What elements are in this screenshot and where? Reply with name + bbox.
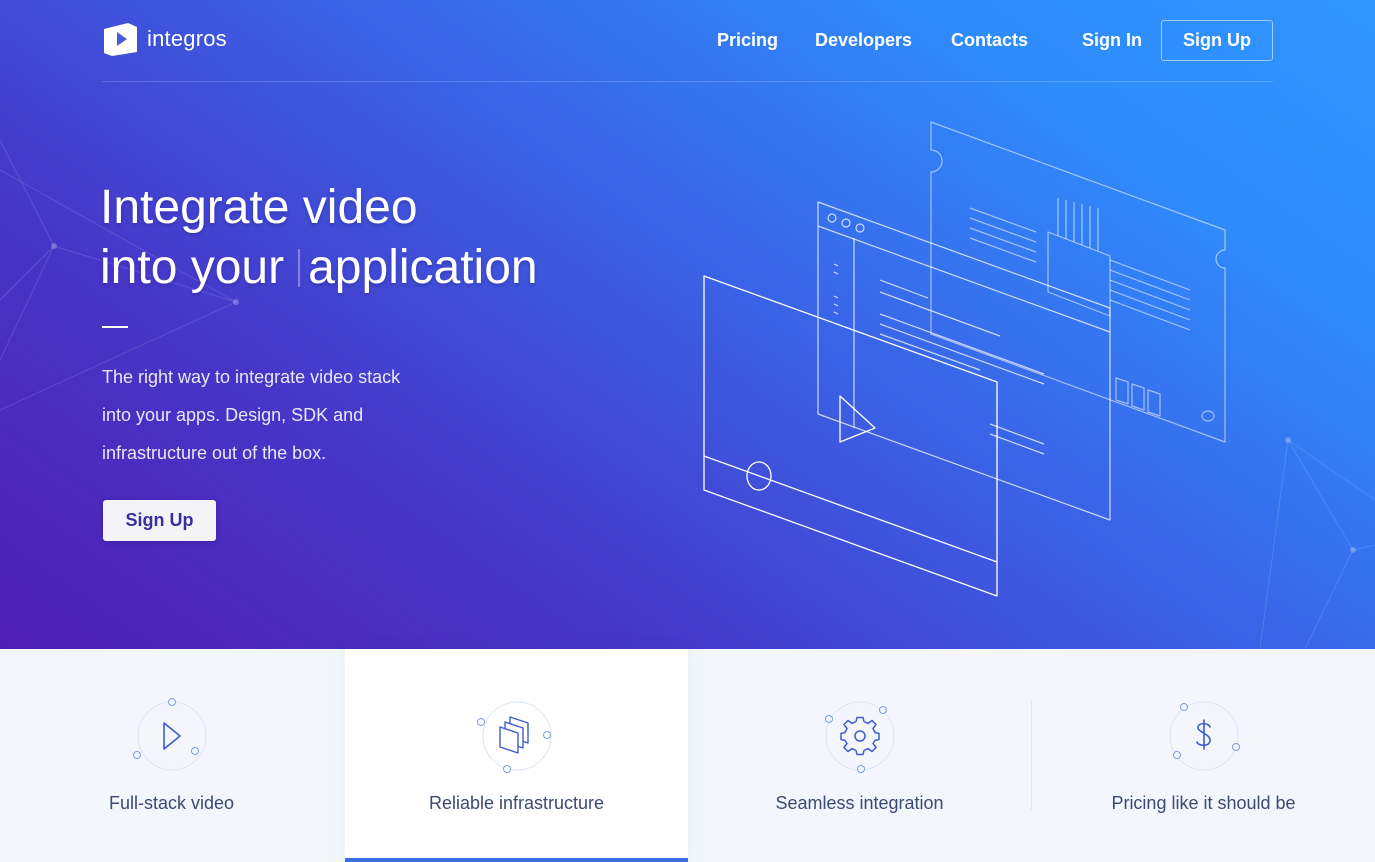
hero-section: integros Pricing Developers Contacts Sig… <box>0 0 1375 649</box>
brand-name: integros <box>147 26 227 51</box>
video-app-illustration <box>703 121 1226 597</box>
integros-logo-icon <box>104 22 137 56</box>
typing-caret <box>298 249 301 287</box>
nav-contacts-link[interactable]: Contacts <box>951 30 1028 51</box>
gear-icon <box>824 701 894 773</box>
top-navigation: integros Pricing Developers Contacts Sig… <box>102 0 1273 82</box>
header-sign-up-button[interactable]: Sign Up <box>1161 20 1273 61</box>
sign-in-link[interactable]: Sign In <box>1082 30 1142 51</box>
hero-title: Integrate video into your application <box>100 178 660 298</box>
dollar-icon <box>1169 701 1240 771</box>
hero-title-rotating-word: application <box>308 241 538 294</box>
hero-description: The right way to integrate video stack i… <box>102 367 401 463</box>
feature-separator <box>1031 700 1032 810</box>
hero-title-prefix: into your <box>100 241 285 294</box>
feature-label: Pricing like it should be <box>1111 793 1296 813</box>
nav-pricing-link[interactable]: Pricing <box>717 30 778 51</box>
feature-label: Seamless integration <box>775 793 944 813</box>
feature-reliable-infrastructure[interactable]: Reliable infrastructure <box>345 649 688 862</box>
hero-sign-up-button[interactable]: Sign Up <box>103 500 216 541</box>
hero-title-line-2: into your application <box>100 238 660 298</box>
layers-icon <box>476 701 551 773</box>
play-icon <box>132 698 206 771</box>
feature-seamless-integration[interactable]: Seamless integration <box>688 649 1031 862</box>
feature-pricing[interactable]: Pricing like it should be <box>1032 649 1375 862</box>
feature-label: Reliable infrastructure <box>428 793 605 813</box>
hero-divider <box>102 326 128 328</box>
features-bar: Full-stack video Reliable infrastructure <box>0 649 1375 862</box>
nav-developers-link[interactable]: Developers <box>815 30 912 51</box>
feature-full-stack-video[interactable]: Full-stack video <box>0 649 343 862</box>
feature-label: Full-stack video <box>108 793 235 813</box>
hero-title-line-1: Integrate video <box>100 181 418 234</box>
brand-logo[interactable]: integros <box>102 22 227 56</box>
